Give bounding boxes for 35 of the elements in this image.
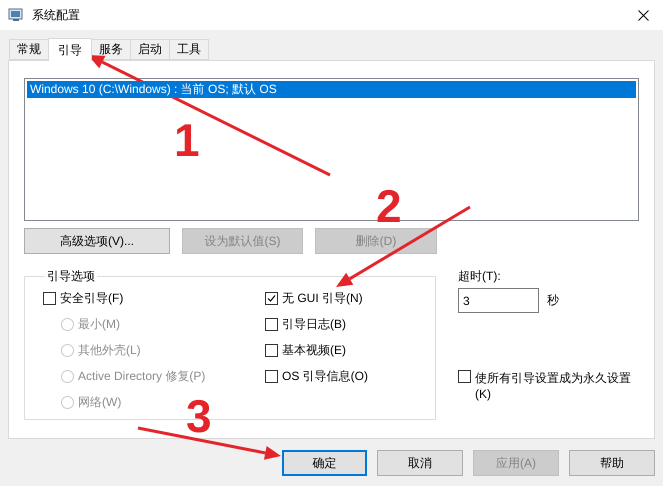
step-number: 2 xyxy=(376,183,402,229)
step-number: 1 xyxy=(174,117,200,163)
group-title: 引导选项 xyxy=(46,268,96,285)
checkbox[interactable] xyxy=(265,292,278,305)
radio-label: 其他外壳(L) xyxy=(78,342,141,359)
timeout-label: 超时(T): xyxy=(458,268,502,285)
checkbox-label: OS 引导信息(O) xyxy=(282,368,368,385)
timeout-field[interactable]: 3 xyxy=(458,288,539,313)
checkbox[interactable] xyxy=(265,344,278,357)
close-icon[interactable] xyxy=(638,10,649,20)
checkbox[interactable] xyxy=(265,318,278,331)
checkbox-label: 引导日志(B) xyxy=(282,316,346,333)
tab[interactable]: 常规 xyxy=(9,39,49,60)
checkbox-label: 使所有引导设置成为永久设置(K) xyxy=(475,370,632,402)
tab[interactable]: 工具 xyxy=(169,39,209,60)
radio-label: Active Directory 修复(P) xyxy=(78,368,206,385)
radio-label: 网络(W) xyxy=(78,394,122,411)
radio-label: 最小(M) xyxy=(78,316,120,333)
window-title: 系统配置 xyxy=(32,6,81,24)
button[interactable]: 帮助 xyxy=(569,450,655,476)
tab[interactable]: 引导 xyxy=(48,38,92,61)
button[interactable]: 取消 xyxy=(377,450,463,476)
checkbox[interactable] xyxy=(265,370,278,383)
checkbox[interactable] xyxy=(458,370,471,383)
checkbox[interactable] xyxy=(43,292,56,305)
list-item[interactable]: Windows 10 (C:\Windows) : 当前 OS; 默认 OS xyxy=(27,81,636,98)
app-icon xyxy=(8,7,24,23)
button[interactable]: 高级选项(V)... xyxy=(24,228,170,254)
tab[interactable]: 启动 xyxy=(130,39,170,60)
unit-label: 秒 xyxy=(547,292,559,309)
checkbox-label: 基本视频(E) xyxy=(282,342,346,359)
step-number: 3 xyxy=(186,393,212,439)
button[interactable]: 确定 xyxy=(282,450,367,476)
checkbox-label: 安全引导(F) xyxy=(60,290,124,307)
checkbox-label: 无 GUI 引导(N) xyxy=(282,290,363,307)
